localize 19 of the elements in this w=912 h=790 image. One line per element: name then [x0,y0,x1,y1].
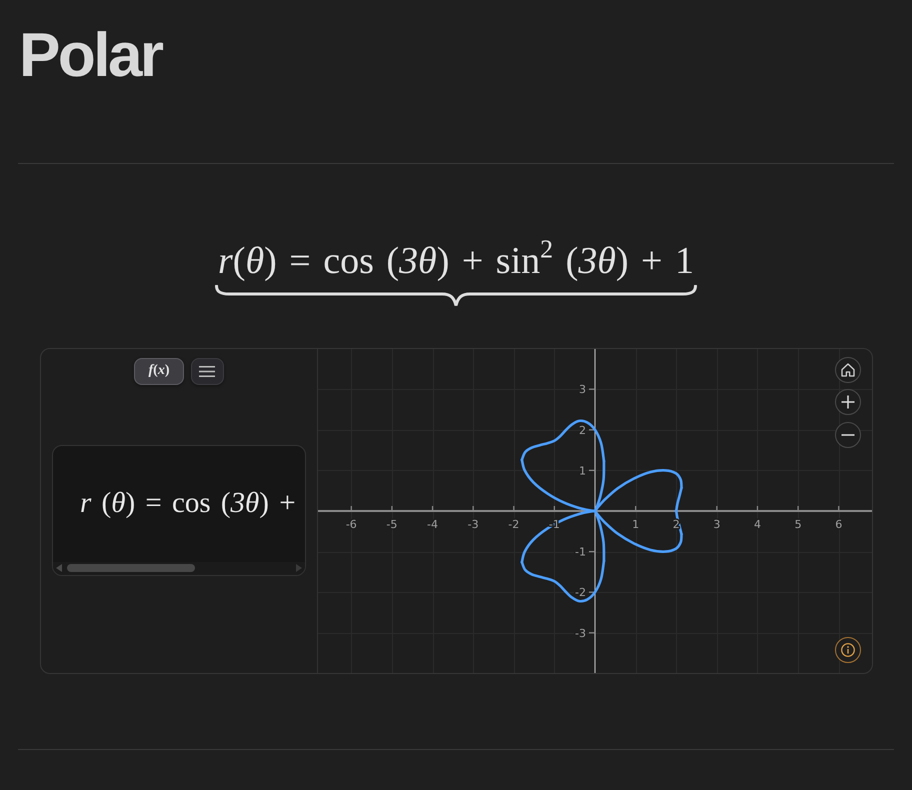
tick-label: 2 [579,423,586,436]
tick-label: -3 [575,626,586,640]
tick-label: 5 [794,518,802,531]
page-title: Polar [18,20,164,92]
tick-label: -3 [468,518,479,531]
tick-label: 3 [713,518,720,531]
tick-label: -2 [508,518,520,531]
tick-label: 3 [579,382,586,396]
tick-label: 6 [835,518,842,531]
formula-text: r(θ) = cos (3θ) + sin$^{2}$ (3θ) + 1 [217,239,695,284]
tick-label: -6 [346,518,357,531]
math-expression: r (θ) = cos (3θ) + [80,486,296,521]
tick-label: 1 [632,518,640,531]
tick-label: -4 [427,518,438,531]
tick-label: 1 [579,464,586,477]
tick-label: -1 [575,545,586,558]
tick-label: 4 [754,518,761,531]
tick-label: -5 [386,518,398,531]
tick-label: -2 [575,586,586,599]
